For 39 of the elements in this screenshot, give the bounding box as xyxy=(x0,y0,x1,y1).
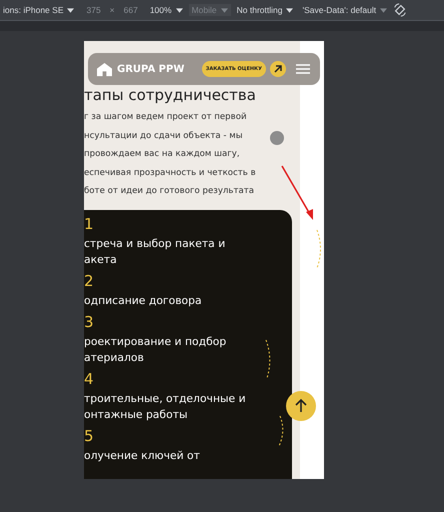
step-number: 1 xyxy=(84,214,94,234)
step-title-line: троительные, отделочные и xyxy=(84,390,246,406)
device-dropdown[interactable]: ions: iPhone SE xyxy=(0,4,78,16)
dashed-curve xyxy=(265,339,273,379)
times-sign: × xyxy=(110,5,115,15)
step-number: 5 xyxy=(84,426,94,446)
step-number: 3 xyxy=(84,312,94,332)
dashed-curve xyxy=(316,229,324,269)
annotation-arrow xyxy=(280,164,316,222)
intro-text-line: г за шагом ведем проект от первой xyxy=(84,111,247,124)
dashed-curve xyxy=(278,415,286,447)
intro-text-line: еспечивая прозрачность и четкость в xyxy=(84,166,256,180)
throttling-dropdown[interactable]: No throttling xyxy=(234,4,296,16)
intro-text-line: боте от идеи до готового результата xyxy=(84,185,254,198)
caret-icon xyxy=(220,8,228,12)
step-title-line: одписание договора xyxy=(84,292,202,308)
brand-name: GRUPA PPW xyxy=(117,64,184,74)
zoom-dropdown[interactable]: 100% xyxy=(146,4,186,16)
house-icon xyxy=(96,62,113,76)
step-title-line: акета xyxy=(84,252,117,268)
rotate-icon[interactable] xyxy=(393,3,408,17)
step-title-line: онтажные работы xyxy=(84,406,188,422)
section-title: тапы сотрудничества xyxy=(84,85,256,105)
save-data-dropdown[interactable]: 'Save-Data': default xyxy=(299,4,390,16)
caret-icon xyxy=(67,8,74,12)
intro-text-line: нсультации до сдачи объекта - мы xyxy=(84,130,242,142)
step-title-line: атериалов xyxy=(84,350,144,366)
intro-text-line: провождаем вас на каждом шагу, xyxy=(84,148,240,161)
arrow-button[interactable] xyxy=(270,61,286,77)
caret-icon xyxy=(380,8,388,12)
caret-icon xyxy=(286,8,294,12)
step-title-line: олучение ключей от xyxy=(84,448,200,464)
caret-icon xyxy=(176,8,183,12)
step-number: 4 xyxy=(84,368,94,388)
step-number: 2 xyxy=(84,270,94,290)
step-title-line: роектирование и подбор xyxy=(84,334,226,350)
scroll-up-button[interactable] xyxy=(286,391,316,421)
step-title-line: стреча и выбор пакета и xyxy=(84,236,226,252)
menu-icon[interactable] xyxy=(296,64,310,74)
